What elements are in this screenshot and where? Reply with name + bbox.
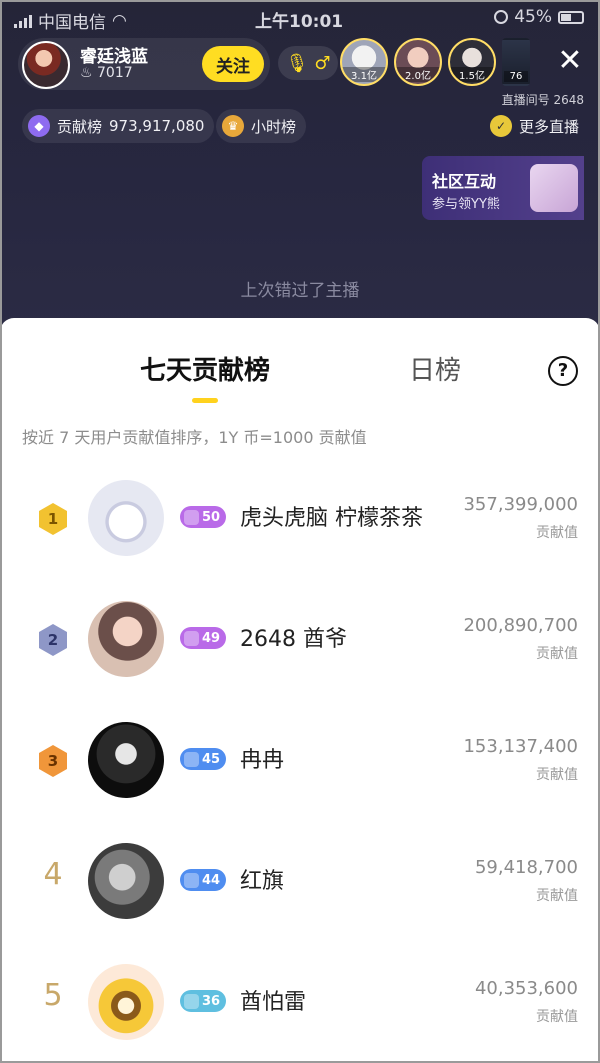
contribution-unit: 贡献值 xyxy=(536,767,578,783)
anchor-name: 睿廷浅蓝 xyxy=(80,47,148,67)
promo-gift-icon xyxy=(530,164,578,212)
tab-daily-rank[interactable]: 日榜 xyxy=(395,350,475,387)
rank-row[interactable]: 4 44 红旗 59,418,700 贡献值 xyxy=(0,827,600,937)
contribution-unit: 贡献值 xyxy=(536,1009,578,1025)
contribution-sheet: 七天贡献榜 日榜 ? 按近 7 天用户贡献值排序，1Y 币=1000 贡献值 1… xyxy=(0,318,600,1063)
user-name: 冉冉 xyxy=(240,748,285,773)
diamond-icon: ◆ xyxy=(28,115,50,137)
anchor-fans-count: 7017 xyxy=(97,65,133,81)
viewer-avatar[interactable]: 2.0亿 xyxy=(394,38,442,86)
level-gem-icon xyxy=(184,509,199,525)
viewer-score: 3.1亿 xyxy=(342,67,386,82)
user-avatar[interactable] xyxy=(88,480,164,556)
contribution-rank-pill[interactable]: ◆ 贡献榜 973,917,080 xyxy=(22,109,215,143)
community-promo-banner[interactable]: 社区互动 参与领YY熊 xyxy=(422,156,584,220)
level-number: 36 xyxy=(202,993,221,1009)
user-avatar[interactable] xyxy=(88,722,164,798)
bronze-badge-icon: 3 xyxy=(36,744,70,778)
user-icon: ♂ xyxy=(314,52,331,74)
wifi-icon: ◠ xyxy=(112,10,127,31)
level-badge: 49 xyxy=(180,627,227,649)
contribution-value: 973,917,080 xyxy=(109,117,205,135)
contribution-unit: 贡献值 xyxy=(536,525,578,541)
level-badge: 44 xyxy=(180,869,227,891)
anchor-avatar[interactable] xyxy=(22,41,70,89)
viewer-avatar[interactable]: 1.5亿 xyxy=(448,38,496,86)
battery-percent: 45% xyxy=(514,7,552,27)
rank-number: 2 xyxy=(47,631,59,649)
level-number: 49 xyxy=(202,630,221,646)
user-name: 2648 酋爷 xyxy=(240,627,347,652)
gold-badge-icon: 1 xyxy=(36,502,70,536)
level-gem-icon xyxy=(184,751,199,767)
viewer-avatar[interactable]: 3.1亿 xyxy=(340,38,388,86)
carrier-label: 中国电信 xyxy=(38,13,106,33)
rank-row[interactable]: 3 45 冉冉 153,137,400 贡献值 xyxy=(0,706,600,816)
more-live-pill[interactable]: ✓ 更多直播 xyxy=(490,109,579,143)
more-live-label: 更多直播 xyxy=(519,117,580,136)
viewer-score: 1.5亿 xyxy=(450,67,494,82)
level-gem-icon xyxy=(184,630,199,646)
level-badge: 50 xyxy=(180,506,227,528)
clock: 上午10:01 xyxy=(255,12,344,32)
user-name: 红旗 xyxy=(240,869,285,894)
contribution-value: 357,399,000 xyxy=(463,494,578,515)
rotation-lock-icon xyxy=(494,10,509,24)
rank-row[interactable]: 5 36 酋怕雷 40,353,600 贡献值 xyxy=(0,948,600,1058)
contribution-unit: 贡献值 xyxy=(536,888,578,904)
user-avatar[interactable] xyxy=(88,964,164,1040)
contribution-unit: 贡献值 xyxy=(536,646,578,662)
promo-title: 社区互动 xyxy=(432,172,497,191)
follow-button[interactable]: 关注 xyxy=(202,46,264,82)
contribution-value: 59,418,700 xyxy=(474,857,578,878)
mic-link-button[interactable]: 🎙 ♂ xyxy=(278,46,338,80)
rank-row[interactable]: 1 50 虎头虎脑 柠檬茶茶 357,399,000 贡献值 xyxy=(0,464,600,574)
signal-icon xyxy=(14,14,32,28)
rank-number: 3 xyxy=(47,752,59,770)
level-badge: 45 xyxy=(180,748,227,770)
rank-row[interactable]: 2 49 2648 酋爷 200,890,700 贡献值 xyxy=(0,585,600,695)
silver-badge-icon: 2 xyxy=(36,623,70,657)
anchor-fans: ♨ 7017 xyxy=(80,65,133,81)
rank-number: 4 xyxy=(43,857,63,892)
status-bar: 中国电信 ◠ 上午10:01 45% xyxy=(0,0,600,34)
contribution-label: 贡献榜 xyxy=(57,117,103,136)
tab-weekly-rank[interactable]: 七天贡献榜 xyxy=(120,350,290,387)
rank-number: 5 xyxy=(43,978,63,1013)
flame-icon: ♨ xyxy=(80,65,98,81)
tab-active-indicator xyxy=(192,398,218,403)
viewer-score: 2.0亿 xyxy=(396,67,440,82)
viewer-score: 76 xyxy=(504,71,528,82)
close-icon[interactable]: ✕ xyxy=(553,44,587,78)
level-number: 45 xyxy=(202,751,221,767)
hourly-label: 小时榜 xyxy=(251,117,297,136)
rank-description: 按近 7 天用户贡献值排序，1Y 币=1000 贡献值 xyxy=(22,428,367,447)
contribution-value: 153,137,400 xyxy=(463,736,578,757)
contribution-value: 40,353,600 xyxy=(474,978,578,999)
viewer-avatar[interactable]: 76 xyxy=(502,38,530,86)
anchor-info[interactable]: 睿廷浅蓝 ♨ 7017 关注 xyxy=(18,38,270,90)
user-avatar[interactable] xyxy=(88,843,164,919)
level-badge: 36 xyxy=(180,990,227,1012)
help-icon[interactable]: ? xyxy=(548,356,578,386)
level-number: 44 xyxy=(202,872,221,888)
contribution-value: 200,890,700 xyxy=(463,615,578,636)
level-number: 50 xyxy=(202,509,221,525)
level-gem-icon xyxy=(184,872,199,888)
crown-icon: ♛ xyxy=(222,115,244,137)
rank-number: 1 xyxy=(47,510,59,528)
hourly-rank-pill[interactable]: ♛ 小时榜 xyxy=(216,109,307,143)
user-avatar[interactable] xyxy=(88,601,164,677)
missed-anchor-text: 上次错过了主播 xyxy=(240,281,360,301)
microphone-icon: 🎙 xyxy=(285,52,309,74)
battery-icon xyxy=(558,10,584,24)
room-id: 直播间号 2648 xyxy=(501,93,584,107)
level-gem-icon xyxy=(184,993,199,1009)
user-name: 酋怕雷 xyxy=(240,990,307,1015)
more-live-icon: ✓ xyxy=(490,115,512,137)
promo-subtitle: 参与领YY熊 xyxy=(432,197,500,212)
user-name: 虎头虎脑 柠檬茶茶 xyxy=(240,506,423,531)
